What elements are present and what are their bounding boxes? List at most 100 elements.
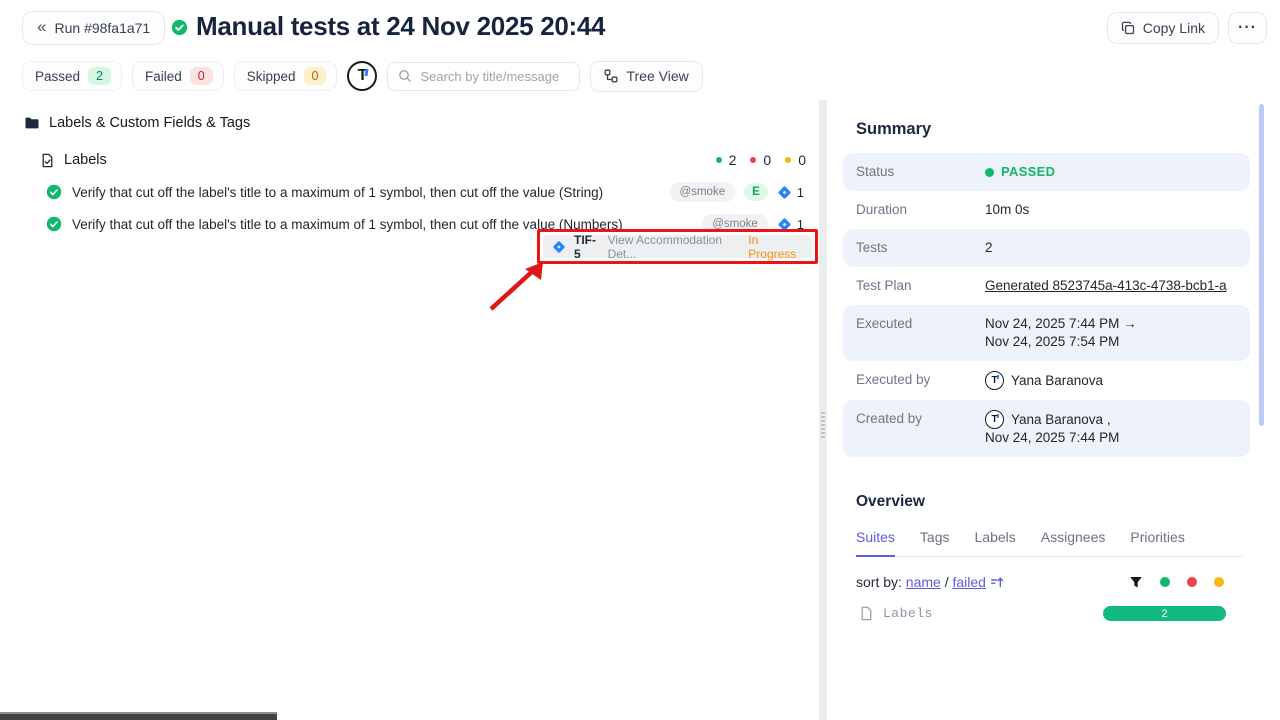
created-at: Nov 24, 2025 7:44 PM — [985, 430, 1119, 445]
test-run-report-page: « Run #98fa1a71 Manual tests at 24 Nov 2… — [0, 0, 1280, 720]
filter-passed-chip[interactable]: Passed 2 — [22, 61, 122, 91]
summary-row-executed: Executed Nov 24, 2025 7:44 PM → Nov 24, … — [843, 305, 1250, 361]
duration-label: Duration — [856, 201, 985, 219]
issue-status: In Progress — [748, 233, 803, 261]
skipped-count-badge: 0 — [304, 67, 327, 85]
user-avatar[interactable]: T — [347, 61, 377, 91]
sort-separator: / — [945, 574, 949, 590]
copy-link-button[interactable]: Copy Link — [1107, 12, 1219, 44]
passed-filter-dot[interactable] — [1160, 577, 1170, 587]
failed-filter-dot[interactable] — [1187, 577, 1197, 587]
test-tree: Labels & Custom Fields & Tags Labels 2 0… — [0, 108, 820, 240]
filter-skipped-chip[interactable]: Skipped 0 — [234, 61, 338, 91]
tab-assignees[interactable]: Assignees — [1041, 529, 1106, 556]
issue-count-value: 1 — [797, 185, 804, 200]
executed-start: Nov 24, 2025 7:44 PM → — [985, 316, 1137, 331]
more-actions-button[interactable]: ··· — [1228, 12, 1267, 44]
panel-resize-handle[interactable] — [821, 412, 825, 438]
test-plan-label: Test Plan — [856, 277, 985, 295]
env-badge[interactable]: E — [744, 183, 768, 201]
suite-file-row[interactable]: Labels 2 0 0 — [0, 144, 820, 176]
document-check-icon — [40, 153, 55, 168]
folder-icon — [24, 115, 40, 131]
summary-heading: Summary — [856, 120, 1250, 139]
passed-count-badge: 2 — [88, 67, 111, 85]
back-to-run-button[interactable]: « Run #98fa1a71 — [22, 11, 165, 45]
status-label: Status — [856, 163, 985, 181]
jira-diamond-icon — [552, 240, 566, 254]
suite-failed-count: 0 — [763, 152, 771, 168]
tree-view-label: Tree View — [626, 68, 688, 84]
executed-label: Executed — [856, 315, 985, 351]
skipped-filter-dot[interactable] — [1214, 577, 1224, 587]
overview-tabs: Suites Tags Labels Assignees Priorities — [856, 529, 1243, 557]
tests-value: 2 — [985, 239, 993, 257]
test-row[interactable]: Verify that cut off the label's title to… — [0, 176, 820, 208]
bottom-bar-fragment — [0, 712, 277, 720]
sort-by-name-link[interactable]: name — [906, 574, 941, 590]
failed-dot — [750, 157, 756, 163]
folder-label: Labels & Custom Fields & Tags — [49, 115, 250, 131]
test-passed-check-icon — [46, 184, 62, 200]
copy-icon — [1121, 21, 1135, 35]
jira-issue-link[interactable]: 1 — [777, 185, 804, 200]
suite-folder-row[interactable]: Labels & Custom Fields & Tags — [0, 108, 820, 138]
passed-dot — [716, 157, 722, 163]
passed-label: Passed — [35, 69, 80, 84]
issue-title: View Accommodation Det... — [608, 233, 739, 261]
jira-issue-popup[interactable]: TIF-5 View Accommodation Det... In Progr… — [543, 235, 812, 258]
double-chevron-left-icon: « — [37, 17, 46, 37]
filter-funnel-icon[interactable] — [1129, 576, 1143, 589]
run-id-label: Run #98fa1a71 — [54, 20, 150, 36]
executed-end: Nov 24, 2025 7:54 PM — [985, 334, 1119, 349]
duration-value: 10m 0s — [985, 201, 1029, 219]
search-icon — [398, 69, 412, 83]
ellipsis-icon: ··· — [1238, 19, 1257, 37]
copy-link-label: Copy Link — [1143, 20, 1205, 36]
tab-tags[interactable]: Tags — [920, 529, 950, 556]
annotation-highlight-box: TIF-5 View Accommodation Det... In Progr… — [537, 229, 818, 264]
run-passed-check-icon — [171, 19, 188, 36]
tab-labels[interactable]: Labels — [975, 529, 1016, 556]
test-badges: @smoke E 1 — [670, 182, 804, 202]
tab-suites[interactable]: Suites — [856, 529, 895, 557]
executed-by-label: Executed by — [856, 371, 985, 390]
tree-view-button[interactable]: Tree View — [590, 61, 702, 92]
summary-row-executed-by: Executed by T Yana Baranova — [843, 361, 1250, 400]
search-input[interactable] — [420, 69, 569, 84]
tag-smoke[interactable]: @smoke — [670, 182, 736, 202]
page-title: Manual tests at 24 Nov 2025 20:44 — [196, 11, 605, 42]
created-by-label: Created by — [856, 410, 985, 447]
summary-row-status: Status PASSED — [843, 153, 1250, 191]
failed-label: Failed — [145, 69, 182, 84]
test-title: Verify that cut off the label's title to… — [72, 185, 603, 200]
sort-by-label: sort by: — [856, 574, 902, 590]
document-icon — [859, 606, 874, 621]
sidebar-scrollbar-thumb[interactable] — [1259, 104, 1264, 426]
filter-failed-chip[interactable]: Failed 0 — [132, 61, 224, 91]
skipped-label: Skipped — [247, 69, 296, 84]
executed-by-name: Yana Baranova — [1011, 372, 1103, 390]
sort-by-failed-link[interactable]: failed — [953, 574, 986, 590]
status-badge: PASSED — [985, 163, 1055, 181]
suite-passed-count: 2 — [729, 152, 737, 168]
sort-ascending-icon[interactable] — [990, 575, 1004, 589]
sort-controls: sort by: name / failed — [856, 574, 1237, 590]
suite-skipped-count: 0 — [798, 152, 806, 168]
test-passed-check-icon — [46, 216, 62, 232]
tree-view-icon — [604, 69, 618, 83]
skipped-dot — [785, 157, 791, 163]
summary-row-test-plan: Test Plan Generated 8523745a-413c-4738-b… — [843, 267, 1250, 305]
suite-result-counts: 2 0 0 — [716, 152, 806, 168]
tab-priorities[interactable]: Priorities — [1130, 529, 1184, 556]
search-box — [387, 62, 580, 91]
failed-count-badge: 0 — [190, 67, 213, 85]
tests-label: Tests — [856, 239, 985, 257]
panel-divider — [819, 100, 827, 720]
passed-progress-bar: 2 — [1103, 606, 1226, 621]
test-plan-link[interactable]: Generated 8523745a-413c-4738-bcb1-a — [985, 277, 1227, 295]
status-value: PASSED — [1001, 163, 1055, 181]
overview-suite-label: Labels — [883, 606, 933, 621]
overview-suite-row[interactable]: Labels 2 — [859, 606, 1237, 621]
avatar-logo-tick — [365, 69, 369, 76]
